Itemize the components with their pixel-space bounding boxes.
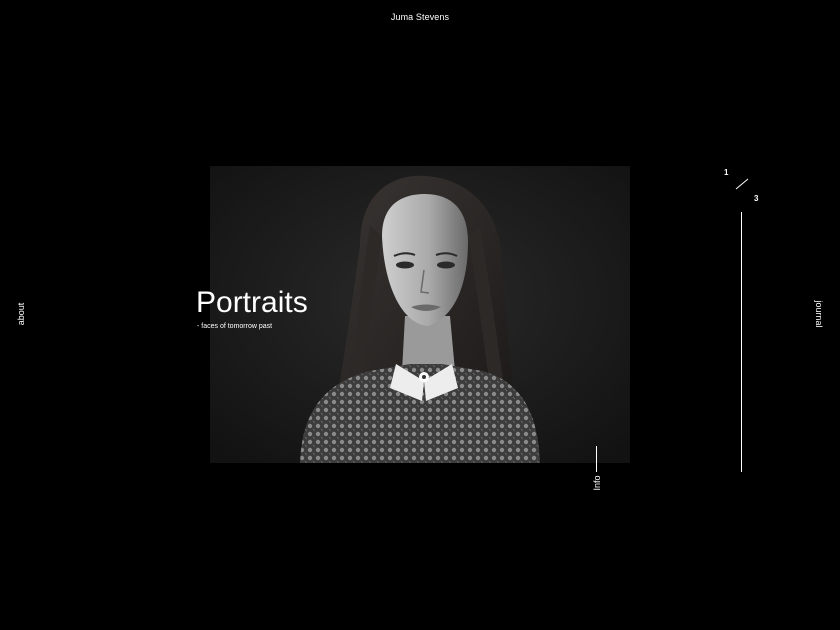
project-subtitle: - faces of tomorrow past <box>197 323 273 330</box>
nav-about-link[interactable]: about <box>16 303 26 326</box>
info-divider-line <box>596 446 597 472</box>
slide-progress-track[interactable] <box>741 212 742 472</box>
nav-journal-link[interactable]: journal <box>814 300 824 327</box>
page: Juma Stevens about journal Portraits - f… <box>0 0 840 630</box>
slide-counter-total: 3 <box>754 194 759 203</box>
info-link[interactable]: Info <box>592 475 602 490</box>
project-title[interactable]: Portraits <box>196 285 308 321</box>
site-title[interactable]: Juma Stevens <box>0 12 840 22</box>
counter-slash-icon <box>735 178 749 190</box>
slide-counter-current: 1 <box>724 168 729 177</box>
